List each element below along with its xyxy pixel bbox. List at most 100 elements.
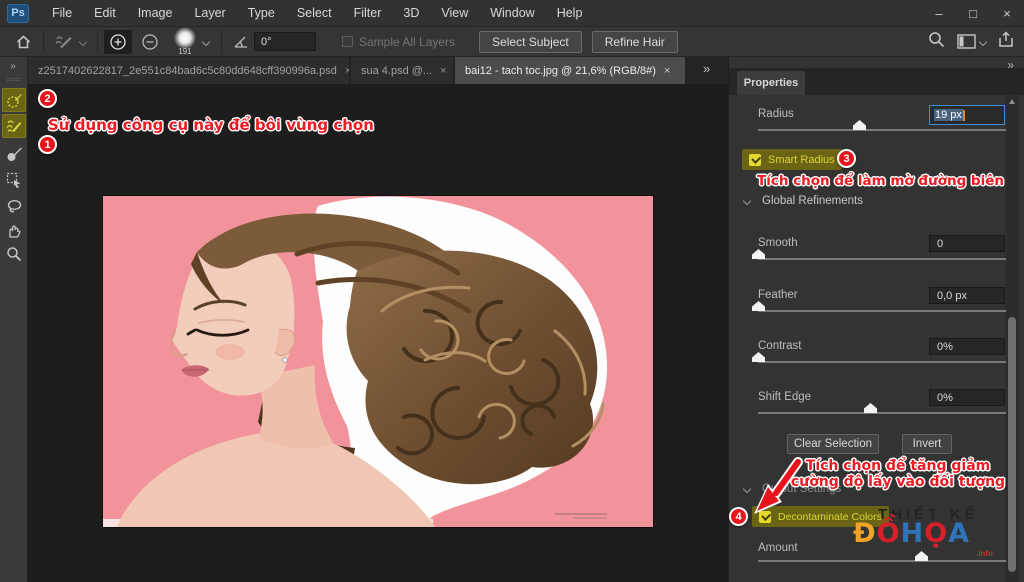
hand-tool[interactable] bbox=[2, 219, 26, 243]
angle-input[interactable]: 0° bbox=[254, 32, 316, 51]
menu-items: File Edit Image Layer Type Select Filter… bbox=[41, 1, 593, 25]
feather-input[interactable]: 0,0 px bbox=[929, 287, 1005, 304]
subtract-from-selection-button[interactable] bbox=[136, 30, 164, 54]
watermark-letter: Đ bbox=[853, 518, 877, 549]
feather-label: Feather bbox=[758, 289, 798, 301]
window-controls: – □ × bbox=[922, 2, 1024, 25]
watermark-letter: Ồ bbox=[877, 518, 901, 549]
menu-3d[interactable]: 3D bbox=[392, 1, 430, 25]
maximize-button[interactable]: □ bbox=[956, 2, 990, 25]
radius-slider[interactable] bbox=[758, 129, 1006, 131]
menu-edit[interactable]: Edit bbox=[83, 1, 127, 25]
watermark-logo: ĐỒHỌA bbox=[853, 518, 970, 549]
clear-selection-button[interactable]: Clear Selection bbox=[787, 434, 879, 454]
feather-slider[interactable] bbox=[758, 310, 1006, 312]
menu-window[interactable]: Window bbox=[479, 1, 545, 25]
panel-grip[interactable] bbox=[7, 78, 21, 81]
checked-checkbox-icon bbox=[749, 154, 761, 166]
polygonal-selection-tool[interactable] bbox=[2, 168, 26, 192]
scroll-up-icon[interactable] bbox=[1009, 99, 1015, 104]
menu-image[interactable]: Image bbox=[127, 1, 184, 25]
radius-value: 19 px bbox=[934, 109, 963, 121]
contrast-slider-thumb[interactable] bbox=[752, 352, 765, 362]
brush-size-picker[interactable]: 191 bbox=[174, 27, 196, 56]
workspace-switcher[interactable] bbox=[957, 34, 986, 49]
annotation-output-note: Tích chọn để tăng giảm cường độ lấy vào … bbox=[782, 458, 1014, 490]
menu-filter[interactable]: Filter bbox=[343, 1, 393, 25]
radius-label: Radius bbox=[758, 108, 794, 120]
shift-edge-label: Shift Edge bbox=[758, 391, 811, 403]
menu-layer[interactable]: Layer bbox=[183, 1, 236, 25]
photoshop-window: Ps File Edit Image Layer Type Select Fil… bbox=[0, 0, 1024, 582]
smooth-label: Smooth bbox=[758, 237, 798, 249]
document-tab-1[interactable]: z2517402622817_2e551c84bad6c5c80dd648cff… bbox=[28, 57, 351, 84]
section-label: Global Refinements bbox=[762, 195, 863, 207]
search-icon[interactable] bbox=[928, 31, 945, 53]
menu-file[interactable]: File bbox=[41, 1, 83, 25]
menu-help[interactable]: Help bbox=[546, 1, 594, 25]
radius-slider-thumb[interactable] bbox=[853, 120, 866, 130]
refine-hair-button[interactable]: Refine Hair bbox=[592, 31, 678, 53]
shift-edge-input[interactable]: 0% bbox=[929, 389, 1005, 406]
angle-icon bbox=[228, 30, 254, 54]
panel-collapse-icon[interactable]: » bbox=[0, 57, 27, 72]
minimize-button[interactable]: – bbox=[922, 2, 956, 25]
annotation-line: Tích chọn để tăng giảm bbox=[782, 458, 1014, 474]
smart-radius-checkbox[interactable]: Smart Radius bbox=[742, 149, 842, 170]
annotation-badge-3: 3 bbox=[837, 149, 856, 168]
select-subject-button[interactable]: Select Subject bbox=[479, 31, 582, 53]
document-tab-2[interactable]: sua 4.psd @... × bbox=[351, 57, 455, 84]
sample-all-layers-label: Sample All Layers bbox=[359, 35, 455, 49]
sample-all-layers-checkbox[interactable]: Sample All Layers bbox=[342, 35, 455, 49]
document-image[interactable] bbox=[103, 196, 653, 527]
panel-scrollbar[interactable] bbox=[1006, 95, 1018, 582]
home-icon[interactable] bbox=[10, 30, 37, 54]
close-tab-icon[interactable]: × bbox=[440, 65, 446, 77]
amount-slider[interactable] bbox=[758, 560, 1006, 562]
refine-brush-tool-icon[interactable] bbox=[50, 30, 91, 54]
tab-properties[interactable]: Properties bbox=[737, 71, 805, 95]
zoom-tool[interactable] bbox=[2, 242, 26, 266]
contrast-slider[interactable] bbox=[758, 361, 1006, 363]
close-button[interactable]: × bbox=[990, 2, 1024, 25]
quick-selection-tool[interactable] bbox=[2, 88, 26, 112]
photoshop-logo: Ps bbox=[7, 4, 29, 23]
smooth-slider-thumb[interactable] bbox=[752, 249, 765, 259]
radius-input[interactable]: 19 px bbox=[929, 105, 1005, 125]
amount-label: Amount bbox=[758, 542, 798, 554]
document-tab-bar: z2517402622817_2e551c84bad6c5c80dd648cff… bbox=[28, 57, 728, 84]
menu-select[interactable]: Select bbox=[286, 1, 343, 25]
chevron-down-icon bbox=[743, 197, 751, 205]
chevron-down-icon bbox=[979, 37, 987, 45]
annotation-badge-2: 2 bbox=[38, 89, 57, 108]
separator bbox=[43, 31, 44, 53]
share-icon[interactable] bbox=[998, 31, 1014, 53]
annotation-badge-4: 4 bbox=[729, 507, 748, 526]
scrollbar-thumb[interactable] bbox=[1008, 317, 1016, 572]
close-tab-icon[interactable]: × bbox=[664, 65, 670, 77]
document-tab-3-active[interactable]: bai12 - tach toc.jpg @ 21,6% (RGB/8#) × bbox=[455, 57, 687, 84]
smooth-input[interactable]: 0 bbox=[929, 235, 1005, 252]
brush-tool[interactable] bbox=[2, 142, 26, 166]
tool-strip: » bbox=[0, 57, 28, 582]
global-refinements-section[interactable]: Global Refinements bbox=[744, 195, 863, 207]
menu-view[interactable]: View bbox=[430, 1, 479, 25]
add-to-selection-button[interactable] bbox=[104, 30, 132, 54]
contrast-input[interactable]: 0% bbox=[929, 338, 1005, 355]
chevron-down-icon[interactable] bbox=[202, 37, 210, 45]
shift-edge-slider[interactable] bbox=[758, 412, 1006, 414]
watermark-suffix: .info bbox=[976, 549, 993, 558]
amount-slider-thumb[interactable] bbox=[915, 551, 928, 561]
watermark-letter: H bbox=[901, 518, 925, 549]
annotation-arrow-icon bbox=[750, 456, 808, 516]
smooth-slider[interactable] bbox=[758, 258, 1006, 260]
refine-edge-brush-tool[interactable] bbox=[2, 114, 26, 138]
smart-radius-label: Smart Radius bbox=[768, 154, 835, 166]
tab-overflow-icon[interactable]: » bbox=[695, 57, 718, 84]
feather-slider-thumb[interactable] bbox=[752, 301, 765, 311]
lasso-tool[interactable] bbox=[2, 194, 26, 218]
invert-button[interactable]: Invert bbox=[902, 434, 952, 454]
annotation-badge-1: 1 bbox=[38, 135, 57, 154]
menu-type[interactable]: Type bbox=[237, 1, 286, 25]
shift-edge-slider-thumb[interactable] bbox=[864, 403, 877, 413]
